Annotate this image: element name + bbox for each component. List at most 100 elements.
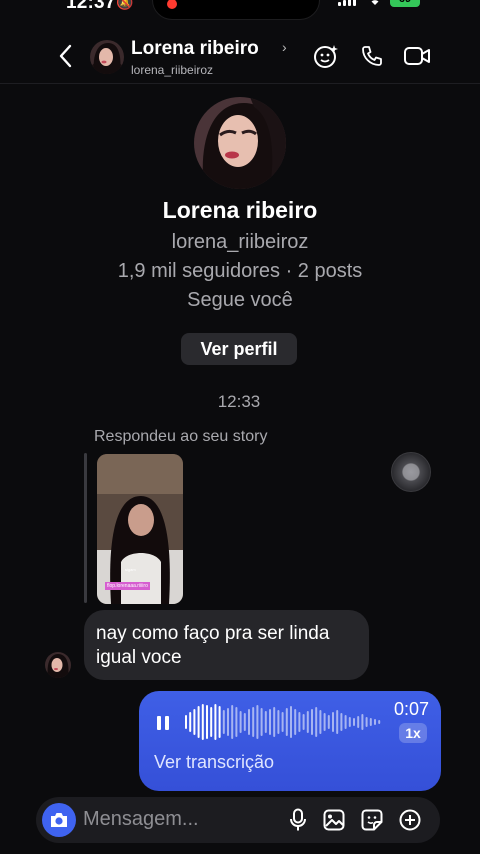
microphone-button[interactable] [286,808,310,832]
waveform-bar [269,709,271,735]
waveform-bar [260,708,263,736]
waveform-bar [323,713,326,731]
waveform-bar [214,704,217,740]
profile-username: lorena_riibeiroz [171,231,309,253]
waveform-bar [311,709,313,735]
more-options-button[interactable] [398,808,422,832]
profile-name: Lorena ribeiro [162,197,318,223]
waveform-bar [252,707,255,737]
plus-circle-icon [399,809,421,831]
voice-duration: 0:07 [394,699,430,719]
waveform-bar [294,709,297,735]
sticker-button[interactable] [360,808,384,832]
header-avatar[interactable] [90,40,124,74]
waveform-bar [201,704,204,740]
header-contact-name[interactable]: Lorena ribeiro [131,38,259,60]
waveform-bar [315,707,318,737]
status-bar: 12:37 🔕 69 [0,0,480,20]
profile-avatar[interactable] [194,97,286,189]
waveform-bar [290,706,292,738]
voice-call-button[interactable] [358,42,386,70]
waveform-bar [248,709,250,735]
view-profile-button[interactable]: Ver perfil [181,333,297,365]
waveform-bar [197,706,200,738]
message-input[interactable]: Mensagem... [83,808,199,831]
battery-indicator: 69 [390,0,420,7]
waveform-bar [327,715,330,729]
waveform-bar [243,713,246,731]
waveform-bar [378,720,381,724]
waveform-bar [193,709,196,735]
waveform-bar [357,716,360,728]
header-username: lorena_riibeiroz [131,63,214,77]
sticker-icon [361,809,383,831]
phone-icon [362,46,382,66]
silent-bell-icon: 🔕 [116,0,134,10]
chat-header: Lorena ribeiro › lorena_riibeiroz [0,28,480,84]
story-reply-label: Respondeu ao seu story [94,428,268,445]
waveform-bar [365,717,368,727]
view-transcript-link[interactable]: Ver transcrição [154,752,274,773]
audio-waveform[interactable] [183,701,393,743]
story-overlay-text-top: sigam [125,567,136,572]
waveform-bar [302,714,305,730]
waveform-bar [353,718,355,726]
waveform-bar [336,710,339,734]
waveform-bar [256,705,259,739]
message-timestamp: 12:33 [217,392,261,411]
waveform-bar [227,708,229,736]
waveform-bar [344,715,347,729]
video-call-button[interactable] [403,42,431,70]
waveform-bar [231,705,234,739]
camera-icon [51,813,67,827]
recording-indicator [167,0,177,9]
waveform-bar [285,708,288,736]
story-overlay-text: flop.lorenaaa.riiiiro [105,582,150,590]
waveform-bar [239,711,242,733]
waveform-bar [264,711,267,733]
sparkle-face-icon [314,45,338,68]
wifi-icon [366,0,384,9]
back-button[interactable] [52,42,78,70]
video-camera-icon [404,47,430,65]
incoming-message-bubble[interactable]: nay como faço pra ser linda igual voce [84,610,369,680]
signal-icon [338,0,356,6]
chevron-left-icon [59,44,72,68]
waveform-bar [374,719,376,725]
voice-message-bubble[interactable]: 0:07 1x Ver transcrição [139,691,441,791]
waveform-bar [340,713,343,731]
pause-icon[interactable] [156,715,170,731]
waveform-bar [332,712,334,732]
effects-call-button[interactable] [312,42,340,70]
waveform-bar [235,707,238,737]
waveform-bar [273,707,276,737]
assistive-touch-button[interactable] [391,452,431,492]
waveform-bar [185,715,187,729]
gallery-button[interactable] [322,808,346,832]
waveform-bar [206,705,208,739]
story-thumbnail[interactable]: sigam flop.lorenaaa.riiiiro [97,454,183,604]
reply-indicator-bar [84,453,87,603]
sender-avatar[interactable] [45,652,71,678]
dynamic-island [152,0,320,20]
waveform-bar [218,706,221,738]
profile-stats: 1,9 mil seguidores · 2 posts [117,260,363,282]
waveform-bar [210,707,213,737]
waveform-bar [281,712,284,732]
follows-you-label: Segue você [187,289,293,311]
camera-button[interactable] [42,803,76,837]
waveform-bar [189,712,192,732]
waveform-bar [369,718,372,726]
waveform-bar [306,711,309,733]
chevron-right-icon[interactable]: › [282,39,287,55]
status-time: 12:37 [66,0,116,13]
waveform-bar [361,714,364,730]
waveform-bar [277,710,280,734]
playback-speed-button[interactable]: 1x [399,723,427,743]
image-icon [323,809,345,831]
message-composer: Mensagem... [36,797,440,843]
waveform-bar [348,717,351,727]
waveform-bar [222,710,225,734]
microphone-icon [290,808,306,831]
waveform-bar [298,712,301,732]
